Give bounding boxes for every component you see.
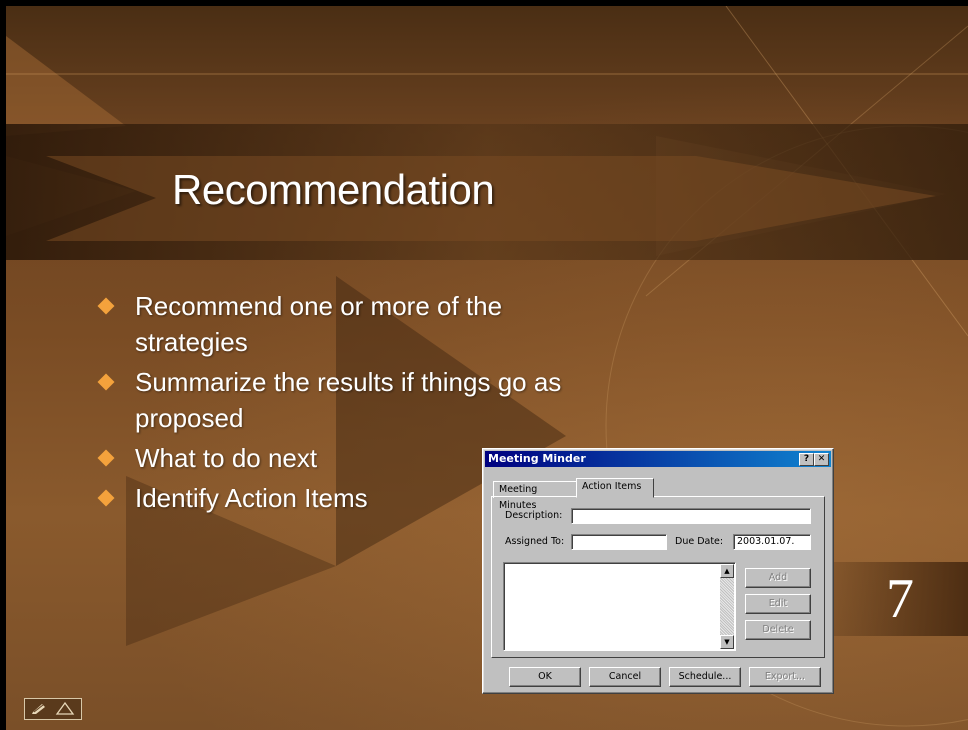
due-date-label: Due Date: [675, 536, 724, 547]
description-input[interactable] [571, 508, 811, 524]
meeting-minder-dialog: Meeting Minder ? ✕ Meeting Minutes Actio… [482, 448, 834, 694]
edit-button[interactable]: Edit [745, 594, 811, 614]
ok-button[interactable]: OK [509, 667, 581, 687]
bullet-text: Identify Action Items [135, 483, 368, 513]
delete-button[interactable]: Delete [745, 620, 811, 640]
bullet-item: Recommend one or more of the strategies [97, 288, 618, 360]
bullet-text: Recommend one or more of the strategies [135, 291, 503, 357]
bullet-item: Summarize the results if things go as pr… [97, 364, 618, 436]
vertical-scrollbar[interactable]: ▲ ▼ [720, 564, 734, 649]
diamond-bullet-icon [97, 297, 115, 315]
schedule-button[interactable]: Schedule... [669, 667, 741, 687]
dialog-title: Meeting Minder [488, 452, 586, 465]
diamond-bullet-icon [97, 489, 115, 507]
page-number: 7 [886, 568, 914, 630]
assigned-to-input[interactable] [571, 534, 667, 550]
action-items-list[interactable]: ▲ ▼ [503, 562, 736, 651]
close-button[interactable]: ✕ [814, 453, 829, 466]
diamond-bullet-icon [97, 373, 115, 391]
dialog-title-bar[interactable]: Meeting Minder ? ✕ [485, 451, 831, 467]
popup-menu-triangle-icon[interactable] [55, 702, 75, 715]
slideshow-navigation-control[interactable] [24, 698, 82, 720]
scroll-down-arrow-icon[interactable]: ▼ [720, 635, 734, 649]
bullet-text: What to do next [135, 443, 318, 473]
tab-action-items[interactable]: Action Items [576, 478, 654, 498]
bullet-text: Summarize the results if things go as pr… [135, 367, 562, 433]
export-button[interactable]: Export... [749, 667, 821, 687]
slide-title: Recommendation [172, 166, 495, 213]
pen-icon[interactable] [31, 702, 47, 715]
add-button[interactable]: Add [745, 568, 811, 588]
cancel-button[interactable]: Cancel [589, 667, 661, 687]
presentation-slide: Recommendation Recommend one or more of … [6, 6, 968, 730]
description-label: Description: [505, 510, 563, 521]
diamond-bullet-icon [97, 449, 115, 467]
scroll-up-arrow-icon[interactable]: ▲ [720, 564, 734, 578]
assigned-to-label: Assigned To: [505, 536, 565, 547]
due-date-input[interactable]: 2003.01.07. [733, 534, 811, 550]
help-button[interactable]: ? [799, 453, 814, 466]
